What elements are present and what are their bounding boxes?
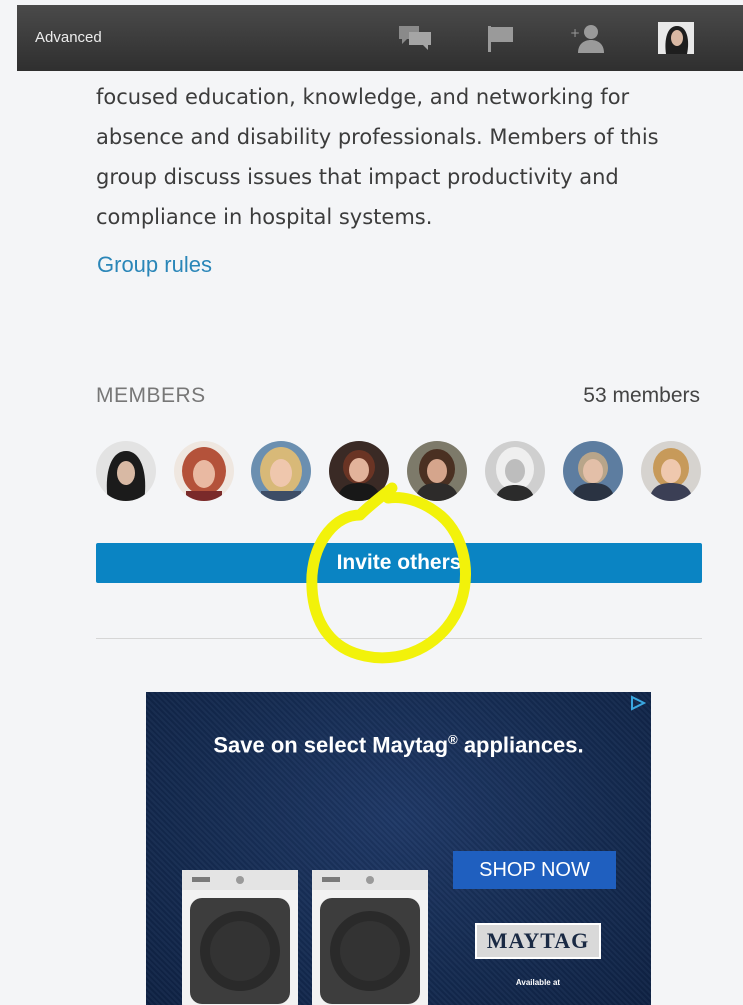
availability-text: Available at (515, 978, 561, 987)
member-avatar[interactable] (641, 441, 701, 501)
member-avatar[interactable] (96, 441, 156, 501)
invite-others-button[interactable]: Invite others (96, 543, 702, 583)
member-avatar[interactable] (485, 441, 545, 501)
ad-choices-icon[interactable] (629, 695, 647, 711)
members-count[interactable]: 53 members (583, 384, 700, 408)
member-avatar[interactable] (407, 441, 467, 501)
member-avatar[interactable] (174, 441, 234, 501)
divider (96, 638, 702, 639)
washer-image (182, 870, 298, 1005)
svg-text:+: + (570, 26, 580, 40)
profile-avatar[interactable] (658, 22, 694, 54)
ad-headline: Save on select Maytag® appliances. (213, 732, 584, 758)
top-navigation-bar: Advanced + (17, 5, 743, 71)
group-description: focused education, knowledge, and networ… (96, 85, 659, 229)
member-avatar[interactable] (563, 441, 623, 501)
messages-icon[interactable] (397, 23, 433, 55)
maytag-logo: MAYTAG (475, 923, 601, 959)
member-avatars (96, 441, 706, 503)
group-rules-link[interactable]: Group rules (97, 252, 212, 278)
member-avatar[interactable] (329, 441, 389, 501)
member-avatar[interactable] (251, 441, 311, 501)
members-heading: MEMBERS (96, 384, 206, 407)
add-connection-icon[interactable]: + (570, 23, 606, 55)
flag-icon[interactable] (486, 23, 518, 55)
dryer-image (312, 870, 428, 1005)
maytag-advertisement[interactable]: Save on select Maytag® appliances. SHOP … (146, 692, 651, 1005)
shop-now-button[interactable]: SHOP NOW (453, 851, 616, 889)
advanced-link[interactable]: Advanced (35, 29, 102, 46)
